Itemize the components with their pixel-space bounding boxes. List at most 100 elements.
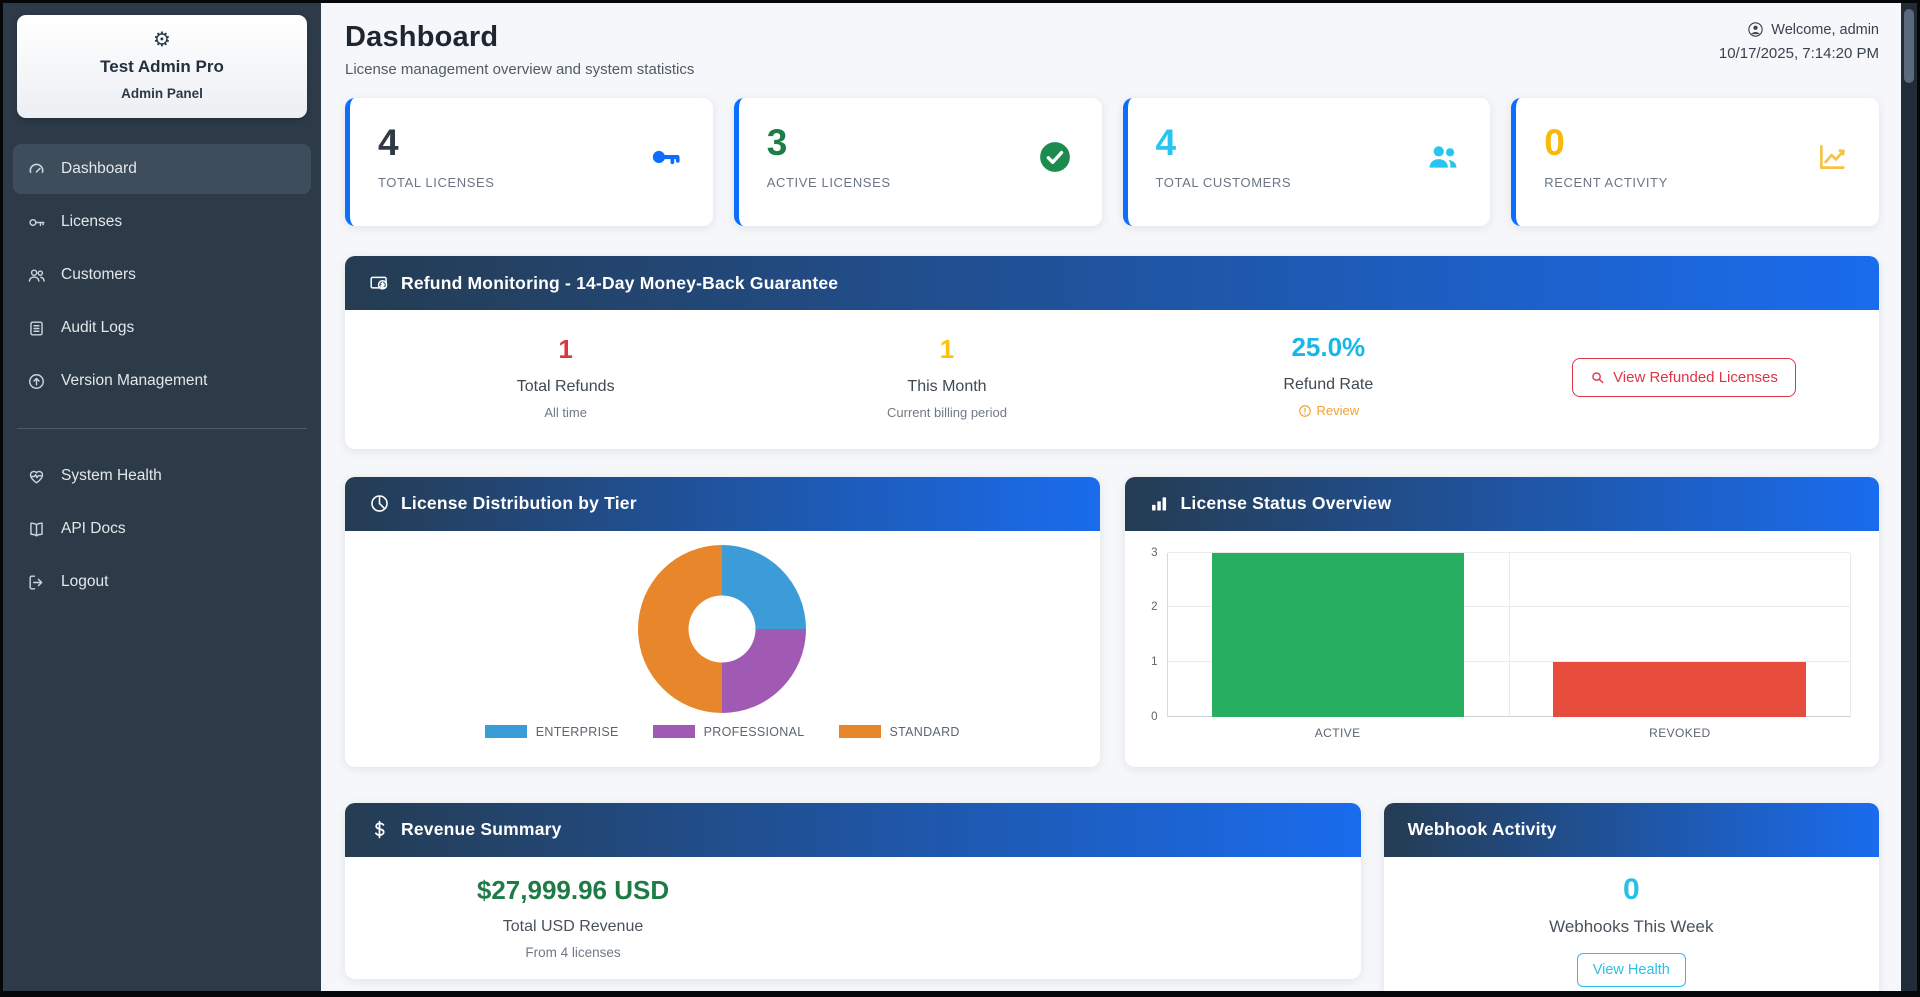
pie-chart-icon	[369, 493, 390, 514]
metric-total-refunds: 1 Total Refunds All time	[375, 334, 756, 420]
users-icon	[1426, 140, 1460, 174]
legend-label: ENTERPRISE	[536, 725, 619, 739]
user-area: Welcome, admin 10/17/2025, 7:14:20 PM	[1719, 21, 1879, 62]
key-icon	[27, 213, 46, 232]
main-content: Dashboard License management overview an…	[321, 3, 1901, 991]
sidebar-item-customers[interactable]: Customers	[13, 250, 311, 300]
stat-card-total-licenses: 4 TOTAL LICENSES	[345, 98, 713, 226]
metric-value: 1	[375, 334, 756, 365]
stat-label: ACTIVE LICENSES	[767, 175, 1076, 190]
license-status-header: License Status Overview	[1125, 477, 1880, 531]
scrollbar-track[interactable]	[1901, 3, 1917, 991]
search-icon	[1590, 370, 1605, 385]
bar-chart-icon	[1149, 493, 1170, 514]
sidebar-item-label: API Docs	[61, 520, 126, 538]
webhook-body: 0 Webhooks This Week View Health	[1384, 857, 1879, 987]
check-circle-icon	[1038, 140, 1072, 174]
sidebar-item-logout[interactable]: Logout	[13, 557, 311, 607]
metric-value: 25.0%	[1138, 332, 1519, 363]
bar-chart-body: 0123 ACTIVE REVOKED	[1125, 531, 1880, 767]
sidebar-item-label: Audit Logs	[61, 319, 134, 337]
revenue-summary-panel: Revenue Summary $27,999.96 USD Total USD…	[345, 803, 1361, 979]
legend-swatch	[653, 725, 695, 738]
logout-icon	[27, 573, 46, 592]
license-status-panel: License Status Overview 0123 ACTIVE REVO…	[1125, 477, 1880, 767]
welcome-text: Welcome, admin	[1719, 21, 1879, 38]
legend-swatch	[485, 725, 527, 738]
brand-subtitle: Admin Panel	[27, 86, 297, 101]
revenue-summary-title: Revenue Summary	[401, 819, 562, 840]
datetime: 10/17/2025, 7:14:20 PM	[1719, 45, 1879, 62]
metric-label: This Month	[756, 378, 1137, 396]
refund-monitoring-panel: Refund Monitoring - 14-Day Money-Back Gu…	[345, 256, 1879, 449]
sidebar-item-label: Dashboard	[61, 160, 137, 178]
sidebar-divider	[17, 428, 307, 429]
brand-card: ⚙ Test Admin Pro Admin Panel	[17, 15, 307, 118]
stat-value: 0	[1544, 124, 1853, 161]
legend-label: STANDARD	[890, 725, 960, 739]
webhook-count: 0	[1384, 873, 1879, 907]
sidebar-item-label: Licenses	[61, 213, 122, 231]
audit-logs-icon	[27, 319, 46, 338]
x-axis-labels: ACTIVE REVOKED	[1167, 726, 1852, 740]
legend-item-professional: PROFESSIONAL	[653, 725, 805, 739]
refund-panel-header: Refund Monitoring - 14-Day Money-Back Gu…	[345, 256, 1879, 310]
sidebar-item-label: Logout	[61, 573, 108, 591]
webhook-activity-header: Webhook Activity	[1384, 803, 1879, 857]
gear-icon: ⚙	[27, 30, 297, 50]
sidebar-item-label: System Health	[61, 467, 162, 485]
brand-title: Test Admin Pro	[27, 57, 297, 77]
metric-label: Total Refunds	[375, 378, 756, 396]
stat-label: RECENT ACTIVITY	[1544, 175, 1853, 190]
line-chart-icon	[1815, 140, 1849, 174]
stat-value: 3	[767, 124, 1076, 161]
webhook-activity-panel: Webhook Activity 0 Webhooks This Week Vi…	[1384, 803, 1879, 992]
metric-label: Refund Rate	[1138, 376, 1519, 394]
health-heart-icon	[27, 467, 46, 486]
users-icon	[27, 266, 46, 285]
revenue-summary-header: Revenue Summary	[345, 803, 1361, 857]
stat-cards-row: 4 TOTAL LICENSES 3 ACTIVE LICENSES 4 TOT…	[345, 98, 1879, 226]
revenue-body: $27,999.96 USD Total USD Revenue From 4 …	[345, 857, 1361, 978]
charts-row: License Distribution by Tier ENTERPRISE	[345, 477, 1879, 767]
sidebar-item-api-docs[interactable]: API Docs	[13, 504, 311, 554]
stat-card-total-customers: 4 TOTAL CUSTOMERS	[1123, 98, 1491, 226]
bar	[1553, 662, 1806, 717]
view-refunded-licenses-button[interactable]: View Refunded Licenses	[1572, 358, 1796, 397]
bar	[1212, 553, 1465, 717]
user-avatar-icon	[1747, 21, 1764, 38]
sidebar-item-system-health[interactable]: System Health	[13, 451, 311, 501]
metric-value: 1	[756, 334, 1137, 365]
book-icon	[27, 520, 46, 539]
metric-sublabel: All time	[375, 405, 756, 420]
sidebar-item-version-management[interactable]: Version Management	[13, 356, 311, 406]
donut-hole	[689, 595, 756, 662]
bar-plot	[1167, 553, 1852, 717]
sidebar-item-label: Version Management	[61, 372, 207, 390]
revenue-amount: $27,999.96 USD	[403, 875, 743, 906]
bottom-row: Revenue Summary $27,999.96 USD Total USD…	[345, 803, 1879, 992]
refund-panel-title: Refund Monitoring - 14-Day Money-Back Gu…	[401, 273, 838, 294]
stat-value: 4	[378, 124, 687, 161]
warning-circle-icon	[1298, 404, 1312, 418]
money-back-icon	[369, 273, 390, 294]
stat-label: TOTAL CUSTOMERS	[1156, 175, 1465, 190]
webhook-label: Webhooks This Week	[1384, 917, 1879, 937]
view-health-button[interactable]: View Health	[1577, 953, 1686, 987]
version-upload-icon	[27, 372, 46, 391]
scrollbar-thumb[interactable]	[1904, 9, 1914, 83]
sidebar-item-dashboard[interactable]: Dashboard	[13, 144, 311, 194]
app-window: ⚙ Test Admin Pro Admin Panel Dashboard L…	[0, 0, 1920, 997]
sidebar-item-licenses[interactable]: Licenses	[13, 197, 311, 247]
key-icon	[649, 140, 683, 174]
license-distribution-panel: License Distribution by Tier ENTERPRISE	[345, 477, 1100, 767]
gauge-icon	[27, 160, 46, 179]
stat-value: 4	[1156, 124, 1465, 161]
x-label-active: ACTIVE	[1167, 726, 1509, 740]
donut-legend: ENTERPRISE PROFESSIONAL STANDARD	[485, 725, 960, 739]
page-subtitle: License management overview and system s…	[345, 61, 694, 78]
bar-slot-revoked	[1509, 553, 1850, 717]
license-status-title: License Status Overview	[1181, 493, 1392, 514]
sidebar-item-audit-logs[interactable]: Audit Logs	[13, 303, 311, 353]
legend-label: PROFESSIONAL	[704, 725, 805, 739]
